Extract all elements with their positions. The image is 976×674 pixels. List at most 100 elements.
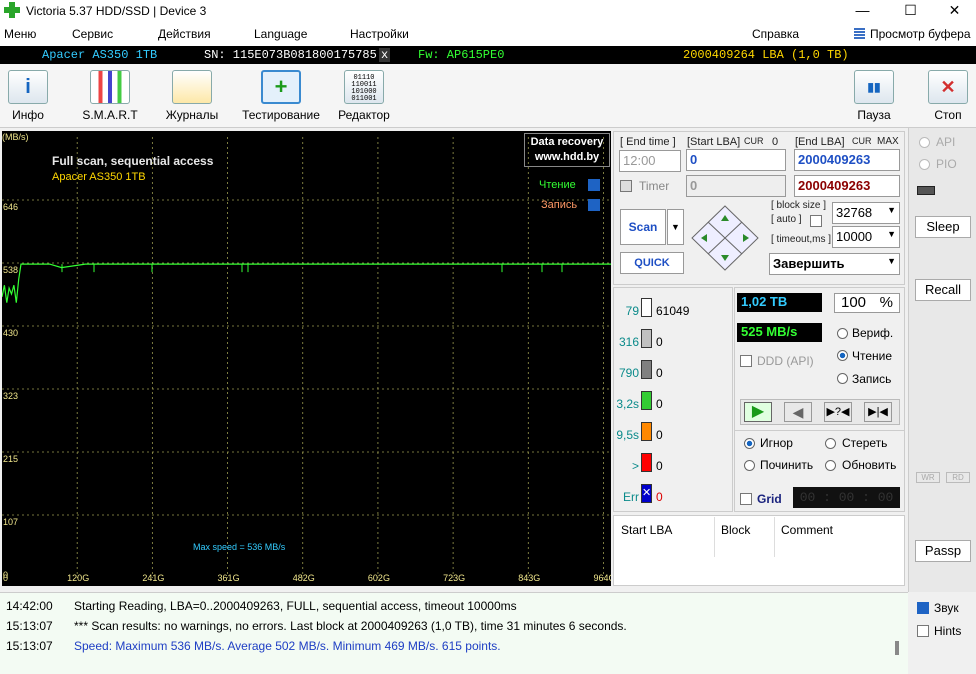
x-tick-label: 964G: [593, 573, 611, 583]
x-tick-label: 120G: [67, 573, 89, 583]
end-time-label: [ End time ]: [620, 136, 676, 148]
erase-radio[interactable]: [825, 438, 836, 449]
sound-checkbox[interactable]: [917, 602, 929, 614]
ddd-checkbox[interactable]: [740, 355, 752, 367]
timer-input[interactable]: 0: [686, 175, 786, 197]
smart-label: S.M.A.R.T: [82, 108, 138, 122]
editor-icon: 01110 110011 101000 011001: [344, 70, 384, 104]
device-firmware: Fw: AP615PE0: [418, 48, 505, 62]
device-bar: Apacer AS350 1TB SN: 115E073B08180017578…: [0, 46, 976, 64]
testing-label: Тестирование: [242, 108, 320, 122]
back-icon: ◀: [792, 404, 804, 420]
start-cur-button[interactable]: CUR: [744, 136, 764, 146]
passp-button[interactable]: Passp: [915, 540, 971, 562]
read-legend-label: Чтение: [539, 179, 576, 191]
testing-button[interactable]: + Тестирование: [238, 70, 324, 126]
device-close-x[interactable]: x: [379, 48, 391, 62]
start-lba-value: 0: [690, 152, 698, 167]
stat-color-box: [641, 453, 652, 472]
skip-unknown-button[interactable]: ▶?◀: [824, 402, 852, 422]
menu-item-language[interactable]: Language: [254, 27, 307, 41]
end-time-input[interactable]: 12:00: [619, 150, 681, 172]
api-label: API: [936, 135, 956, 149]
update-radio[interactable]: [825, 460, 836, 471]
timer-checkbox[interactable]: [620, 180, 632, 192]
col-block[interactable]: Block: [721, 523, 750, 537]
quick-button[interactable]: QUICK: [620, 252, 684, 274]
y-tick-label: 323: [3, 391, 18, 401]
grid-label: Grid: [757, 492, 782, 506]
stat-label: 3,2s: [616, 397, 639, 411]
timeout-select[interactable]: 10000 ▼: [832, 226, 900, 248]
stat-label: 79: [625, 304, 639, 318]
menu-item-actions[interactable]: Действия: [158, 27, 211, 41]
auto-checkbox[interactable]: [810, 215, 822, 227]
recall-button[interactable]: Recall: [915, 279, 971, 301]
scan-dropdown-arrow[interactable]: ▼: [667, 209, 684, 245]
log-text: Speed: Maximum 536 MB/s. Average 502 MB/…: [74, 639, 501, 653]
stat-count: 0: [656, 428, 663, 442]
stat-color-box: [641, 329, 652, 348]
info-button[interactable]: i Инфо: [6, 70, 50, 126]
scan-button[interactable]: Scan: [620, 209, 666, 245]
api-radio[interactable]: [919, 137, 930, 148]
stat-count: 0: [656, 366, 663, 380]
log-scrollbar[interactable]: [895, 641, 899, 655]
ignore-radio[interactable]: [744, 438, 755, 449]
max-speed-label: Max speed = 536 MB/s: [193, 542, 286, 552]
scan-button-label: Scan: [628, 220, 658, 234]
fix-radio[interactable]: [744, 460, 755, 471]
direction-pad[interactable]: [690, 205, 760, 271]
stat-count: 0: [656, 490, 663, 504]
pause-button[interactable]: ▮▮ Пауза: [852, 70, 896, 126]
graph-device: Apacer AS350 1TB: [52, 171, 146, 183]
y-unit-label: (MB/s): [2, 132, 29, 142]
end-max-button[interactable]: MAX: [877, 136, 899, 147]
end-lba-current: 2000409263: [794, 175, 900, 197]
finish-action-select[interactable]: Завершить ▼: [769, 253, 900, 275]
stat-count: 0: [656, 397, 663, 411]
watermark-line-1: Data recovery: [530, 136, 604, 148]
col-comment[interactable]: Comment: [781, 523, 833, 537]
end-lba-input[interactable]: 2000409263: [794, 149, 900, 171]
block-size-select[interactable]: 32768 ▼: [832, 202, 900, 224]
menu-item-settings[interactable]: Настройки: [350, 27, 409, 41]
write-legend-checkbox[interactable]: [588, 199, 600, 211]
menu-item-help[interactable]: Справка: [752, 27, 799, 41]
hints-checkbox[interactable]: [917, 625, 929, 637]
journals-button[interactable]: Журналы: [164, 70, 220, 126]
menu-item-menu[interactable]: Меню: [4, 27, 36, 41]
y-tick-label: 430: [3, 328, 18, 338]
sleep-button[interactable]: Sleep: [915, 216, 971, 238]
start-lba-input[interactable]: 0: [686, 149, 786, 171]
pio-radio[interactable]: [919, 159, 930, 170]
minimize-button[interactable]: —: [840, 0, 885, 22]
smart-button[interactable]: S.M.A.R.T: [82, 70, 138, 126]
end-lba-current-value: 2000409263: [798, 178, 871, 193]
start-zero-button[interactable]: 0: [772, 136, 778, 148]
write-radio[interactable]: [837, 373, 848, 384]
timeout-label: [ timeout,ms ]: [771, 234, 832, 245]
read-radio[interactable]: [837, 350, 848, 361]
y-tick-label: 538: [3, 265, 18, 275]
end-button[interactable]: ▶|◀: [864, 402, 892, 422]
end-cur-button[interactable]: CUR: [852, 136, 872, 146]
end-skip-icon: ▶|◀: [868, 406, 888, 418]
stop-button[interactable]: ✕ Стоп: [926, 70, 970, 126]
editor-button[interactable]: 01110 110011 101000 011001 Редактор: [336, 70, 392, 126]
end-lba-value: 2000409263: [798, 152, 871, 167]
maximize-button[interactable]: ☐: [888, 0, 933, 22]
close-button[interactable]: ✕: [932, 0, 976, 22]
x-tick-label: 241G: [142, 573, 164, 583]
col-start-lba[interactable]: Start LBA: [621, 523, 672, 537]
buffer-viewer-link[interactable]: Просмотр буфера: [870, 27, 971, 41]
timeout-value: 10000: [836, 229, 873, 244]
play-button[interactable]: ▶: [744, 402, 772, 422]
side-column: [908, 128, 976, 592]
menu-item-service[interactable]: Сервис: [72, 27, 113, 41]
verify-radio[interactable]: [837, 328, 848, 339]
read-legend-checkbox[interactable]: [588, 179, 600, 191]
grid-checkbox[interactable]: [740, 493, 752, 505]
back-button[interactable]: ◀: [784, 402, 812, 422]
stat-label: >: [631, 459, 639, 473]
